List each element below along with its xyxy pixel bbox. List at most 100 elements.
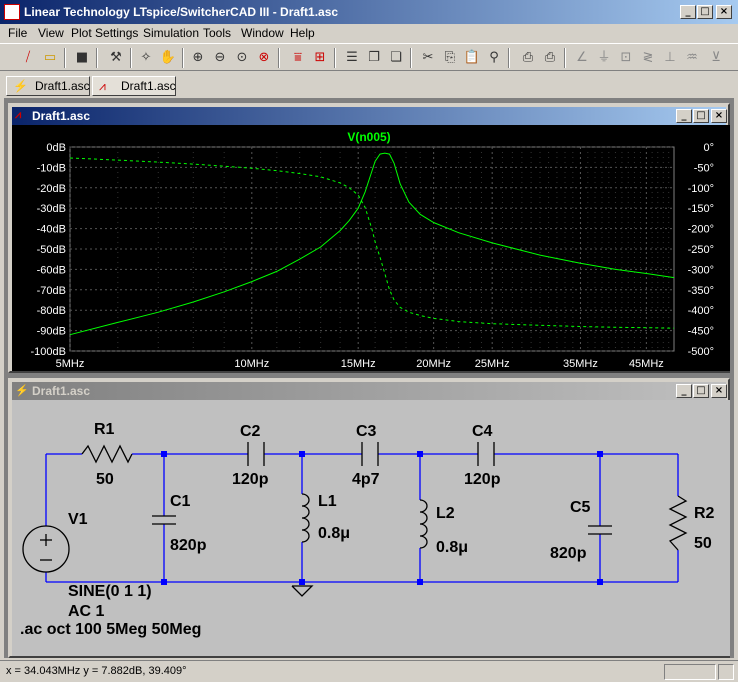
menu-file[interactable]: File <box>8 26 27 40</box>
y-right-tick-label: -200° <box>688 224 714 236</box>
print-preview-icon[interactable]: ⎙ <box>518 48 538 68</box>
inductor-icon[interactable]: ♒ <box>682 48 702 68</box>
label-icon[interactable]: ⊡ <box>616 48 636 68</box>
y-right-tick-label: -100° <box>688 183 714 195</box>
c4-value: 120p <box>464 471 501 488</box>
v1-label: V1 <box>68 511 88 528</box>
toolbar-separator <box>96 48 98 68</box>
ground-icon[interactable]: ⏚ <box>594 48 614 68</box>
waveform-plot[interactable]: V(n005) 0dB 0° -10dB -50° -20dB -100° -30dB -15… <box>12 125 730 371</box>
control-panel-icon[interactable]: ⚒ <box>106 48 126 68</box>
document-tabs: ⚡ Draft1.asc ⩘ Draft1.asc <box>0 73 738 97</box>
y-left-tick-label: -80dB <box>37 305 66 317</box>
tab-waveform[interactable]: ⩘ Draft1.asc <box>92 76 176 96</box>
plot-minimize-button[interactable]: _ <box>676 109 692 123</box>
y-left-tick-label: -30dB <box>37 203 66 215</box>
toolbar-separator <box>130 48 132 68</box>
diode-icon[interactable]: ⊻ <box>706 48 726 68</box>
y-left-tick-label: -10dB <box>37 162 66 174</box>
v1-value: SINE(0 1 1) <box>68 583 152 600</box>
toolbar-separator <box>410 48 412 68</box>
menu-plot-settings[interactable]: Plot Settings <box>71 26 138 40</box>
schematic-icon: ⚡ <box>15 385 29 397</box>
tab-label: Draft1.asc <box>35 79 90 93</box>
close-button[interactable]: × <box>716 5 732 19</box>
cut-icon[interactable]: ✂ <box>418 48 438 68</box>
y-right-tick-label: -400° <box>688 305 714 317</box>
tile-vertical-icon[interactable]: ❏ <box>386 48 406 68</box>
schematic-canvas[interactable]: R1 50 C1 820p C2 120p C3 4p7 C4 120p C5 … <box>12 400 730 656</box>
app-title: Linear Technology LTspice/SwitcherCAD II… <box>24 5 339 19</box>
c5-value: 820p <box>550 545 587 562</box>
menu-window[interactable]: Window <box>241 26 284 40</box>
schematic-window: ⚡ Draft1.asc _ □ × R1 50 C1 820p C2 120p… <box>8 378 730 658</box>
zoom-cancel-icon[interactable]: ⊗ <box>254 48 274 68</box>
menu-help[interactable]: Help <box>290 26 315 40</box>
l2-label: L2 <box>436 505 455 522</box>
copy-icon[interactable]: ⎘ <box>440 48 460 68</box>
c2-label: C2 <box>240 423 261 440</box>
run-icon[interactable]: ✧ <box>136 48 156 68</box>
plot-window-titlebar: ⩘ Draft1.asc _ □ × <box>12 107 727 125</box>
menu-bar: File View Plot Settings Simulation Tools… <box>0 24 738 42</box>
y-right-tick-label: -450° <box>688 326 714 338</box>
menu-view[interactable]: View <box>38 26 64 40</box>
plot-close-button[interactable]: × <box>711 109 727 123</box>
toolbar-separator <box>278 48 280 68</box>
l1-value: 0.8μ <box>318 525 350 542</box>
print-icon[interactable]: ⎙ <box>540 48 560 68</box>
resistor-icon[interactable]: ≷ <box>638 48 658 68</box>
capacitor-icon[interactable]: ⊥ <box>660 48 680 68</box>
paste-icon[interactable]: 📋 <box>462 48 482 68</box>
find-icon[interactable]: ⚲ <box>484 48 504 68</box>
y-right-tick-label: -350° <box>688 285 714 297</box>
c4-label: C4 <box>472 423 493 440</box>
x-tick-label: 25MHz <box>475 358 510 370</box>
plot-window-title: Draft1.asc <box>32 109 91 123</box>
x-tick-label: 10MHz <box>234 358 269 370</box>
schematic-close-button[interactable]: × <box>711 384 727 398</box>
c1-value: 820p <box>170 537 207 554</box>
zoom-fit-icon[interactable]: ⊙ <box>232 48 252 68</box>
size-grip[interactable] <box>718 664 734 680</box>
schematic-minimize-button[interactable]: _ <box>676 384 692 398</box>
schematic-icon: ⚡ <box>13 79 28 93</box>
l1-label: L1 <box>318 493 337 510</box>
x-tick-label: 20MHz <box>416 358 451 370</box>
tile-horizontal-icon[interactable]: ☰ <box>342 48 362 68</box>
spice-directive[interactable]: .ac oct 100 5Meg 50Meg <box>20 621 201 638</box>
new-schematic-icon[interactable]: ⧸ <box>18 48 38 68</box>
autorange-icon[interactable]: ⩸ <box>288 48 308 68</box>
fit-traces-icon[interactable]: ⊞ <box>310 48 330 68</box>
tab-schematic[interactable]: ⚡ Draft1.asc <box>6 76 90 96</box>
save-icon[interactable]: ■ <box>72 48 92 68</box>
c5-label: C5 <box>570 499 591 516</box>
status-panel <box>664 664 716 680</box>
menu-simulation[interactable]: Simulation <box>143 26 199 40</box>
minimize-button[interactable]: _ <box>680 5 696 19</box>
y-left-tick-label: -20dB <box>37 183 66 195</box>
pan-hand-icon[interactable]: ✋ <box>158 48 178 68</box>
menu-tools[interactable]: Tools <box>203 26 231 40</box>
r1-label: R1 <box>94 421 115 438</box>
open-folder-icon[interactable]: ▭ <box>40 48 60 68</box>
x-tick-label: 5MHz <box>56 358 85 370</box>
y-left-tick-label: 0dB <box>46 142 66 154</box>
y-right-tick-label: -50° <box>694 162 714 174</box>
cascade-icon[interactable]: ❐ <box>364 48 384 68</box>
trace-title[interactable]: V(n005) <box>347 130 390 144</box>
y-left-tick-label: -100dB <box>31 346 66 358</box>
x-tick-label: 45MHz <box>629 358 664 370</box>
zoom-in-icon[interactable]: ⊕ <box>188 48 208 68</box>
wire-icon[interactable]: ∠ <box>572 48 592 68</box>
maximize-button[interactable]: □ <box>697 5 713 19</box>
zoom-out-icon[interactable]: ⊖ <box>210 48 230 68</box>
plot-window: ⩘ Draft1.asc _ □ × V(n005) 0dB 0° -10dB -50… <box>8 103 730 373</box>
mdi-workspace: ⩘ Draft1.asc _ □ × V(n005) 0dB 0° -10dB -50… <box>4 98 734 658</box>
x-tick-label: 15MHz <box>341 358 376 370</box>
y-right-tick-label: -250° <box>688 244 714 256</box>
c3-label: C3 <box>356 423 377 440</box>
plot-maximize-button[interactable]: □ <box>693 109 709 123</box>
schematic-maximize-button[interactable]: □ <box>693 384 709 398</box>
cursor-readout: x = 34.043MHz y = 7.882dB, 39.409° <box>6 665 187 677</box>
